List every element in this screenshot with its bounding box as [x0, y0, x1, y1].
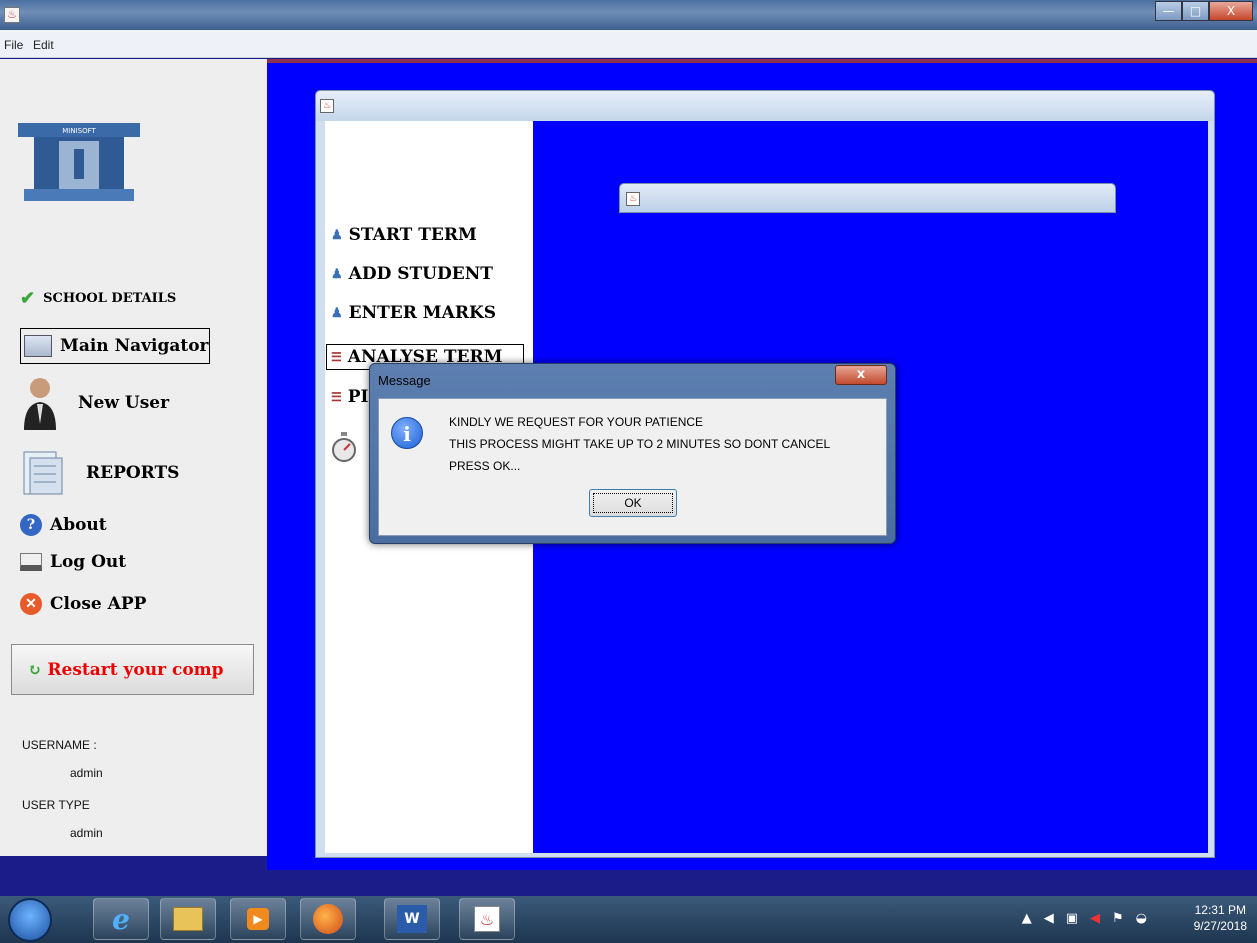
clock[interactable]: 12:31 PM 9/27/2018 [1194, 902, 1247, 934]
dialog-message-line3: PRESS OK... [449, 459, 521, 473]
start-term-button[interactable]: ♟ START TERM [331, 225, 477, 245]
main-navigator-button[interactable]: Main Navigator [20, 328, 210, 364]
username-value: admin [70, 766, 103, 780]
add-student-label: ADD STUDENT [348, 264, 493, 284]
java-icon: ♨ [474, 906, 500, 932]
close-window-button[interactable]: X [1209, 1, 1253, 21]
user-type-value: admin [70, 826, 103, 840]
new-user-label: New User [78, 393, 170, 413]
menu-edit[interactable]: Edit [33, 38, 54, 52]
close-app-label: Close APP [50, 594, 147, 614]
minisoft-logo: MINISOFT [18, 123, 140, 201]
minimize-button[interactable]: — [1155, 1, 1182, 21]
window-title-bar: ♨ — □ X [0, 0, 1257, 30]
user-icon [24, 378, 56, 430]
system-tray: ▲ ◀ ▣ ◀ ⚑ ◒ [1022, 911, 1147, 926]
reports-button[interactable]: REPORTS [20, 448, 179, 498]
books-icon: ☰ [331, 390, 342, 404]
sub-frame-title-bar: ♨ [619, 183, 1116, 213]
clock-date: 9/27/2018 [1193, 919, 1247, 933]
person-icon: ♟ [331, 266, 343, 282]
network-icon[interactable]: ▣ [1066, 911, 1078, 926]
media-player-icon: ▶ [247, 908, 269, 930]
new-user-button[interactable]: New User [20, 374, 169, 432]
volume-icon[interactable]: ◀ [1044, 911, 1054, 926]
dialog-title: Message [378, 373, 431, 388]
school-details-button[interactable]: ✔ SCHOOL DETAILS [20, 288, 176, 309]
log-out-button[interactable]: Log Out [20, 552, 126, 572]
dialog-body: i KINDLY WE REQUEST FOR YOUR PATIENCE TH… [378, 398, 887, 536]
ok-button[interactable]: OK [589, 489, 677, 517]
java-app-button[interactable]: ♨ [459, 898, 515, 940]
books-icon: ☰ [331, 350, 342, 364]
help-icon: ? [20, 514, 42, 536]
about-label: About [50, 515, 107, 535]
info-icon: i [391, 417, 423, 449]
user-type-label: USER TYPE [22, 798, 90, 812]
window-controls: — □ X [1155, 1, 1253, 21]
inner-frame-title-bar: ♨ [316, 91, 1214, 121]
clock-time: 12:31 PM [1194, 903, 1246, 917]
about-button[interactable]: ? About [20, 514, 107, 536]
close-app-button[interactable]: ✕ Close APP [20, 593, 146, 615]
dialog-close-button[interactable]: x [835, 365, 887, 385]
java-icon: ♨ [320, 99, 334, 113]
enter-marks-label: ENTER MARKS [348, 303, 496, 323]
start-button[interactable] [8, 898, 52, 942]
taskbar: e ▶ W ♨ ▲ ◀ ▣ ◀ ⚑ ◒ 12:31 PM 9/27/2018 [0, 896, 1257, 943]
main-navigator-label: Main Navigator [60, 336, 209, 356]
word-icon: W [397, 905, 427, 933]
java-app-icon: ♨ [4, 7, 20, 23]
media-player-button[interactable]: ▶ [230, 898, 286, 940]
firefox-button[interactable] [300, 898, 356, 940]
reports-label: REPORTS [86, 463, 180, 483]
enter-marks-button[interactable]: ♟ ENTER MARKS [331, 303, 496, 323]
speaker-muted-icon[interactable]: ◀ [1090, 911, 1100, 926]
username-label: USERNAME : [22, 738, 97, 752]
menu-bar: File Edit [0, 30, 1257, 58]
check-icon: ✔ [20, 288, 36, 309]
folder-icon [173, 907, 203, 931]
close-icon: ✕ [20, 593, 42, 615]
navigator-icon [24, 335, 52, 357]
refresh-icon: ↻ [28, 660, 42, 679]
dialog-message-line2: THIS PROCESS MIGHT TAKE UP TO 2 MINUTES … [449, 437, 831, 451]
java-icon: ♨ [626, 192, 640, 206]
maximize-button[interactable]: □ [1182, 1, 1209, 21]
internet-explorer-button[interactable]: e [93, 898, 149, 940]
action-center-icon[interactable]: ⚑ [1112, 911, 1124, 926]
svg-text:MINISOFT: MINISOFT [62, 127, 96, 135]
firefox-icon [313, 904, 343, 934]
school-details-label: SCHOOL DETAILS [43, 291, 177, 306]
connection-icon[interactable]: ◒ [1136, 911, 1147, 926]
person-icon: ♟ [331, 305, 343, 321]
file-explorer-button[interactable] [160, 898, 216, 940]
restart-button[interactable]: ↻ Restart your comp [11, 644, 254, 695]
message-dialog: Message x i KINDLY WE REQUEST FOR YOUR P… [369, 363, 896, 544]
start-term-label: START TERM [348, 225, 477, 245]
person-icon: ♟ [331, 227, 343, 243]
menu-file[interactable]: File [4, 38, 23, 52]
restart-label: Restart your comp [47, 659, 224, 680]
left-sidebar: MINISOFT ✔ SCHOOL DETAILS Main Navigator… [0, 59, 267, 856]
logout-icon [20, 553, 42, 571]
reports-icon [23, 451, 63, 495]
log-out-label: Log Out [50, 552, 127, 572]
add-student-button[interactable]: ♟ ADD STUDENT [331, 264, 493, 284]
show-hidden-icon[interactable]: ▲ [1022, 911, 1032, 926]
print-button[interactable]: ☰ PI [331, 387, 369, 407]
ok-label: OK [593, 493, 673, 513]
print-label: PI [347, 387, 369, 407]
internet-explorer-icon: e [112, 902, 130, 936]
dialog-message-line1: KINDLY WE REQUEST FOR YOUR PATIENCE [449, 415, 704, 429]
word-button[interactable]: W [384, 898, 440, 940]
stopwatch-icon [332, 432, 356, 462]
